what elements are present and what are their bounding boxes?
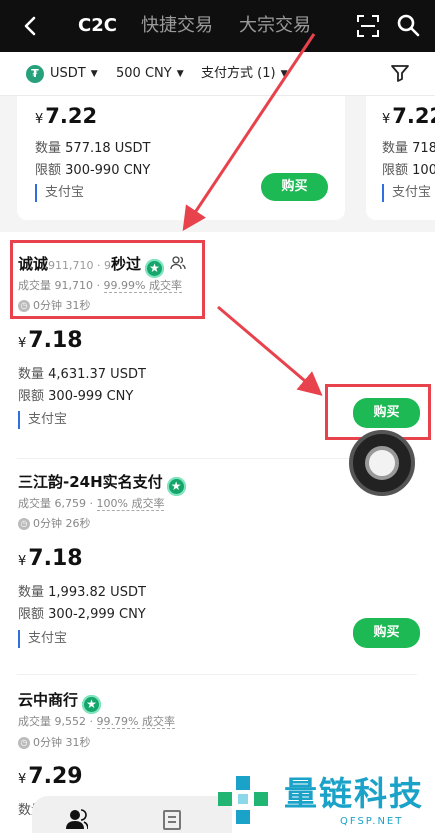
tether-icon: ₮ <box>26 65 44 83</box>
person-icon[interactable] <box>66 808 89 830</box>
offer-price: ¥7.18 <box>18 328 83 353</box>
offer-limit: 限额 300-2,999 CNY <box>18 607 146 622</box>
offer-quantity: 数量 1,993.82 USDT <box>18 585 146 600</box>
payment-tag: 支付宝 <box>18 630 67 648</box>
top-bar: C2C 快捷交易 大宗交易 <box>0 0 435 52</box>
tab-quick-trade[interactable]: 快捷交易 <box>141 14 213 38</box>
bottom-nav <box>32 796 232 833</box>
watermark-logo-icon <box>218 776 268 824</box>
coin-selector[interactable]: ₮ USDT ▼ <box>26 64 98 84</box>
featured-offer-card[interactable]: ¥7.22 数量 718 限额 100 支付宝 <box>366 96 435 220</box>
clock-icon: ◷ <box>18 737 30 749</box>
payment-tag: 支付宝 <box>382 184 431 202</box>
caret-down-icon: ▼ <box>280 69 288 79</box>
divider <box>17 674 417 675</box>
offer-price: ¥7.22 <box>382 104 435 128</box>
caret-down-icon: ▼ <box>90 69 98 79</box>
clock-icon: ◷ <box>18 518 30 530</box>
avg-release-time: ◷ 0分钟 31秒 <box>18 735 91 751</box>
offer-price: ¥7.22 <box>35 104 98 128</box>
payment-tag: 支付宝 <box>18 411 67 429</box>
merchant-stats: 成交量 9,552 · 99.79% 成交率 <box>18 715 175 729</box>
watermark: 量链科技 QFSP.NET <box>214 770 434 832</box>
verified-badge-icon: ★ <box>166 477 186 496</box>
payment-method-selector[interactable]: 支付方式 (1) ▼ <box>201 64 287 84</box>
payment-method-label: 支付方式 (1) <box>201 66 276 81</box>
filter-bar: ₮ USDT ▼ 500 CNY ▼ 支付方式 (1) ▼ <box>0 52 435 96</box>
merchant-name[interactable]: 云中商行 ★ <box>18 690 102 714</box>
verified-badge-icon: ★ <box>82 695 102 714</box>
back-arrow-icon[interactable] <box>20 14 42 38</box>
merchant-name[interactable]: 三江韵-24H实名支付 ★ <box>18 472 186 496</box>
offer-quantity: 数量 577.18 USDT <box>35 141 151 156</box>
offer-limit: 限额 100 <box>382 163 435 178</box>
offer-price: ¥7.18 <box>18 546 83 571</box>
caret-down-icon: ▼ <box>176 69 184 79</box>
avg-release-time: ◷ 0分钟 26秒 <box>18 516 91 532</box>
offer-limit: 限额 300-990 CNY <box>35 163 151 178</box>
watermark-text: 量链科技 <box>284 774 424 813</box>
merchant-stats: 成交量 6,759 · 100% 成交率 <box>18 497 165 511</box>
order-list-icon[interactable] <box>163 810 181 830</box>
buy-button[interactable]: 购买 <box>353 618 420 648</box>
scan-icon[interactable] <box>357 15 379 37</box>
tab-block-trade[interactable]: 大宗交易 <box>239 14 311 38</box>
tab-c2c[interactable]: C2C <box>78 14 117 38</box>
amount-label: 500 CNY <box>116 66 172 81</box>
offer-price: ¥7.29 <box>18 764 83 789</box>
offer-limit: 限额 300-999 CNY <box>18 389 134 404</box>
floating-assistive-button[interactable] <box>349 430 415 496</box>
annotation-box-merchant <box>10 240 205 319</box>
filter-funnel-icon[interactable] <box>390 63 410 83</box>
amount-selector[interactable]: 500 CNY ▼ <box>116 64 184 84</box>
featured-offer-card[interactable]: ¥7.22 数量 577.18 USDT 限额 300-990 CNY 支付宝 … <box>17 96 345 220</box>
payment-tag: 支付宝 <box>35 184 84 202</box>
offer-quantity: 数量 4,631.37 USDT <box>18 367 146 382</box>
watermark-domain: QFSP.NET <box>340 816 404 827</box>
buy-button[interactable]: 购买 <box>261 173 328 201</box>
coin-label: USDT <box>50 66 86 81</box>
offer-list: 诚诚911,710 · 9秒过 ★ 成交量 91,710 · 99.99% 成交率… <box>0 232 435 833</box>
search-icon[interactable] <box>396 13 420 37</box>
offer-quantity: 数量 718 <box>382 141 435 156</box>
